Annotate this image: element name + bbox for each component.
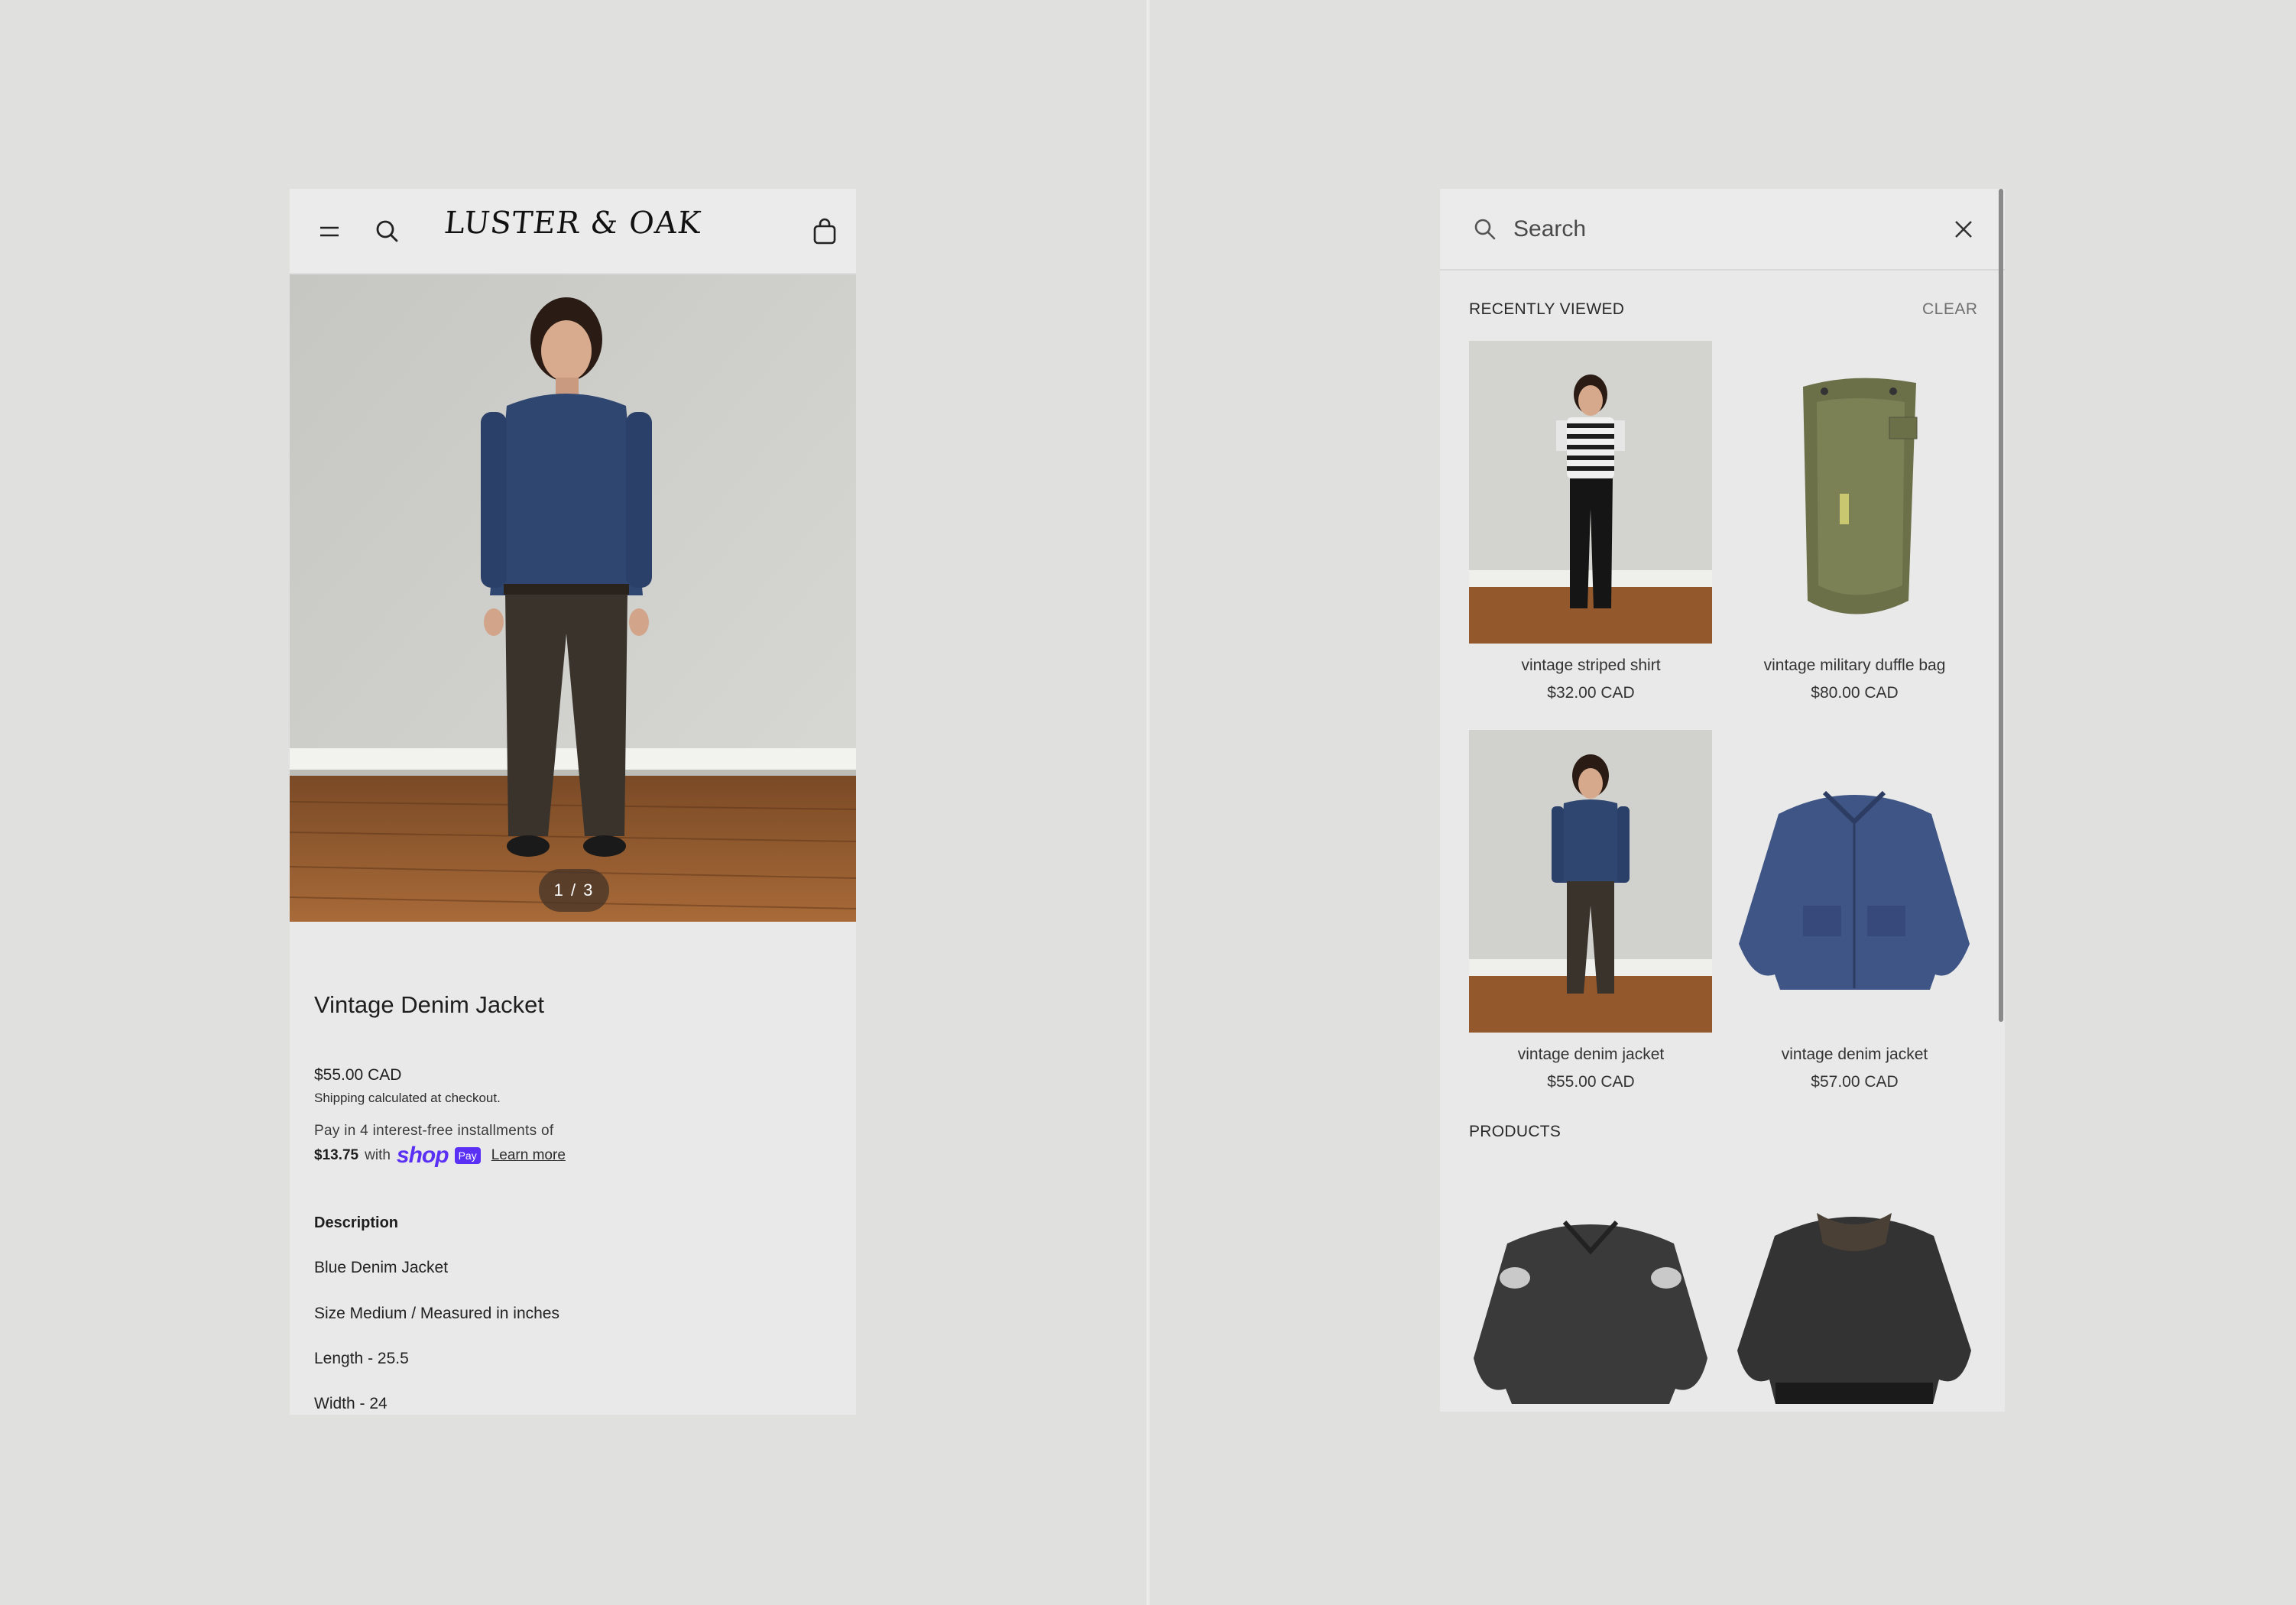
installment-with: with [365,1147,391,1163]
product-page-screen: LUSTER & OAK 1 / 3 Vintage Denim Jacket … [290,189,856,1415]
cart-icon[interactable] [808,215,842,248]
description-line: Length - 25.5 [314,1350,409,1367]
installments-text: Pay in 4 interest-free installments of [314,1123,554,1139]
installment-amount: $13.75 [314,1147,359,1163]
scrollbar[interactable] [1999,189,2003,1022]
search-bar [1440,189,2005,271]
description-line: Blue Denim Jacket [314,1259,449,1276]
recent-item-image[interactable] [1733,341,1976,644]
description-line: Width - 24 [314,1395,388,1412]
product-image[interactable]: 1 / 3 [290,274,856,922]
clear-button[interactable]: CLEAR [1922,300,1978,319]
recent-item-price: $55.00 CAD [1547,1073,1635,1091]
recent-item-price: $32.00 CAD [1547,684,1635,702]
recently-viewed-label: RECENTLY VIEWED [1469,300,1625,318]
recent-item-name[interactable]: vintage military duffle bag [1723,657,1986,675]
recent-item-price: $57.00 CAD [1811,1073,1899,1091]
recent-item-name[interactable]: vintage denim jacket [1459,1046,1723,1064]
recent-item-image[interactable] [1469,730,1712,1033]
product-image[interactable] [1733,1175,1976,1404]
recent-item-image[interactable] [1469,341,1712,644]
header-nav: LUSTER & OAK [290,189,856,274]
product-title: Vintage Denim Jacket [314,991,544,1018]
learn-more-link[interactable]: Learn more [491,1147,566,1164]
product-price: $55.00 CAD [314,1066,402,1084]
shop-pay-badge: Pay [454,1147,481,1164]
recent-item-price: $80.00 CAD [1811,684,1899,702]
image-counter: 1 / 3 [539,869,609,912]
search-input[interactable] [1513,212,1911,247]
split-divider [1146,0,1150,1605]
shipping-note: Shipping calculated at checkout. [314,1091,501,1105]
description-heading: Description [314,1214,399,1231]
search-screen: RECENTLY VIEWED CLEAR vintage striped sh… [1440,189,2005,1412]
product-image[interactable] [1469,1175,1712,1404]
close-icon[interactable] [1952,218,1975,241]
recent-item-name[interactable]: vintage denim jacket [1723,1046,1986,1064]
shop-pay-logo: shop [396,1143,449,1168]
recent-item-name[interactable]: vintage striped shirt [1459,657,1723,675]
description-line: Size Medium / Measured in inches [314,1305,559,1322]
products-label: PRODUCTS [1469,1123,1561,1140]
installments-row: $13.75 with shop Pay Learn more [314,1143,566,1169]
brand-logo[interactable]: LUSTER & OAK [290,206,856,241]
recent-item-image[interactable] [1733,730,1976,1033]
search-icon [1472,216,1498,242]
